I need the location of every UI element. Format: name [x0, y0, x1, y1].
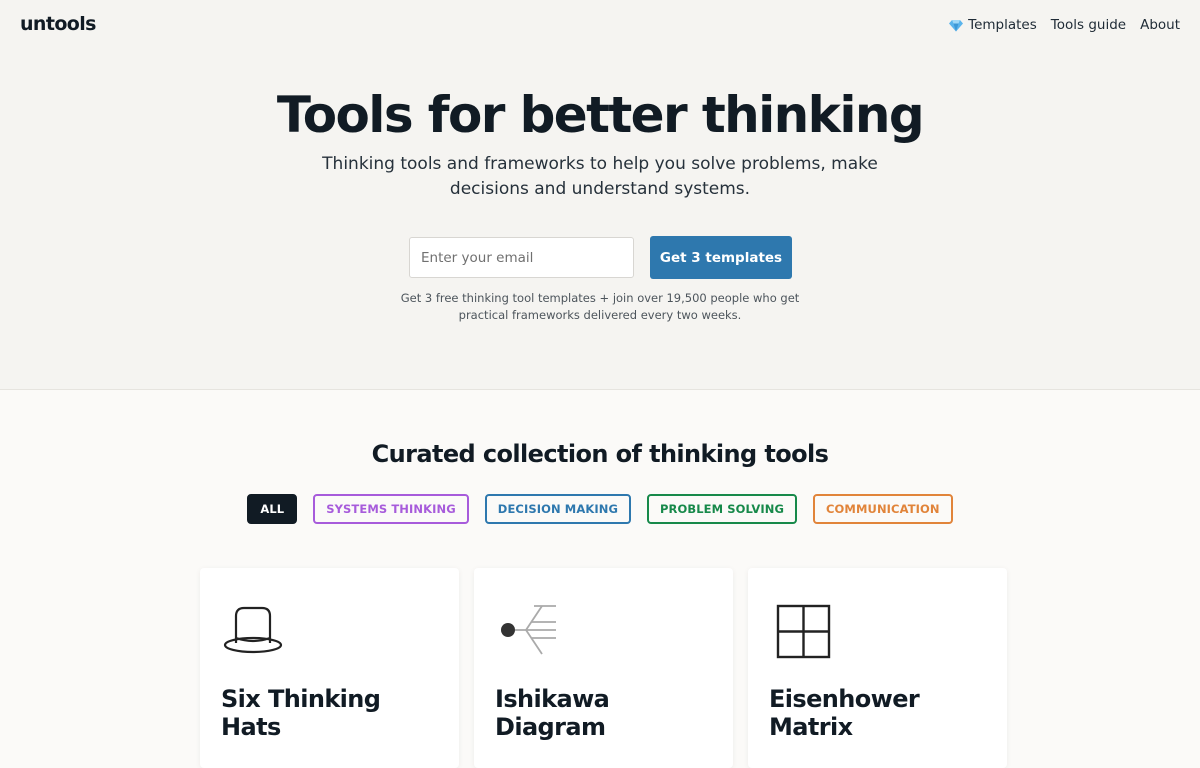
filter-decision-making[interactable]: DECISION MAKING: [484, 494, 631, 524]
gem-icon: [949, 19, 964, 31]
hero-section: untools Templates Tools guide About Tool…: [0, 0, 1200, 390]
filter-all[interactable]: ALL: [247, 494, 298, 524]
tool-cards: Six Thinking Hats Ishikawa Diagram Eisen…: [200, 568, 1007, 768]
nav-templates-link[interactable]: Templates: [949, 17, 1037, 33]
matrix-icon: [776, 604, 831, 659]
tool-card-title: Eisenhower Matrix: [769, 685, 920, 741]
collection-title: Curated collection of thinking tools: [371, 440, 829, 468]
filter-bar: ALL SYSTEMS THINKING DECISION MAKING PRO…: [0, 494, 1200, 524]
email-input[interactable]: [409, 237, 634, 278]
tool-card-six-thinking-hats[interactable]: Six Thinking Hats: [200, 568, 459, 768]
filter-problem-solving[interactable]: PROBLEM SOLVING: [646, 494, 797, 524]
hero-subtitle: Thinking tools and frameworks to help yo…: [322, 154, 878, 199]
hero-title: Tools for better thinking: [276, 86, 925, 144]
tool-card-ishikawa-diagram[interactable]: Ishikawa Diagram: [474, 568, 733, 768]
nav-tools-guide-link[interactable]: Tools guide: [1051, 17, 1126, 33]
filter-systems-thinking[interactable]: SYSTEMS THINKING: [313, 494, 469, 524]
nav-links: Templates Tools guide About: [949, 17, 1180, 33]
tool-card-title: Ishikawa Diagram: [495, 685, 610, 741]
filter-communication[interactable]: COMMUNICATION: [813, 494, 953, 524]
nav-about-link[interactable]: About: [1140, 17, 1180, 33]
tool-card-title: Six Thinking Hats: [221, 685, 381, 741]
signup-fine-print: Get 3 free thinking tool templates + joi…: [400, 291, 800, 322]
nav-templates-label: Templates: [968, 17, 1037, 33]
tool-card-eisenhower-matrix[interactable]: Eisenhower Matrix: [748, 568, 1007, 768]
get-templates-button[interactable]: Get 3 templates: [650, 236, 792, 279]
logo[interactable]: untools: [20, 13, 96, 35]
fishbone-icon: [501, 605, 556, 655]
top-nav: untools Templates Tools guide About: [0, 0, 1200, 52]
hat-icon: [223, 606, 283, 654]
